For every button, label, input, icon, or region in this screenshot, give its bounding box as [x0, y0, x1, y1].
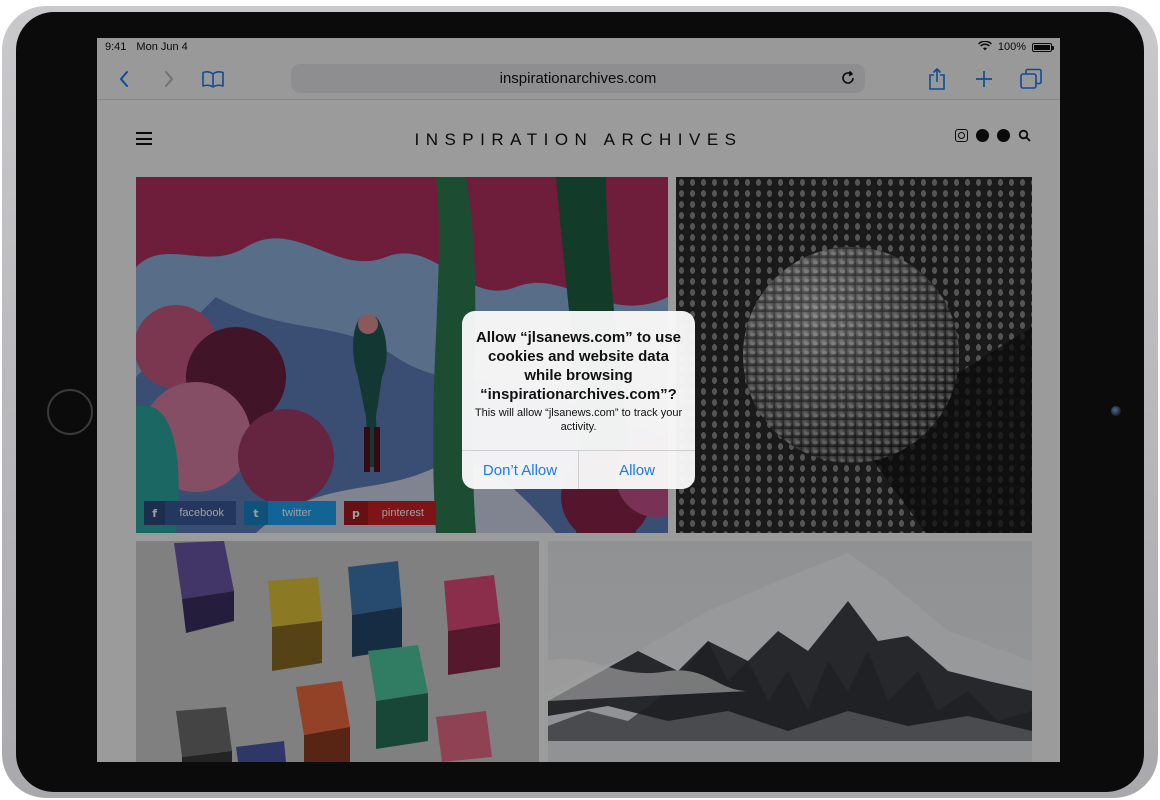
home-button[interactable] — [47, 389, 93, 435]
dont-allow-button[interactable]: Don’t Allow — [462, 451, 578, 489]
alert-message: This will allow “jlsanews.com” to track … — [474, 407, 683, 433]
alert-actions: Don’t Allow Allow — [462, 450, 695, 489]
cookie-permission-alert: Allow “jlsanews.com” to use cookies and … — [462, 311, 695, 489]
front-camera — [1111, 406, 1121, 416]
screen: 9:41 Mon Jun 4 100% inspirationarchives.… — [97, 38, 1060, 762]
alert-title: Allow “jlsanews.com” to use cookies and … — [475, 329, 682, 403]
allow-button[interactable]: Allow — [578, 451, 695, 489]
